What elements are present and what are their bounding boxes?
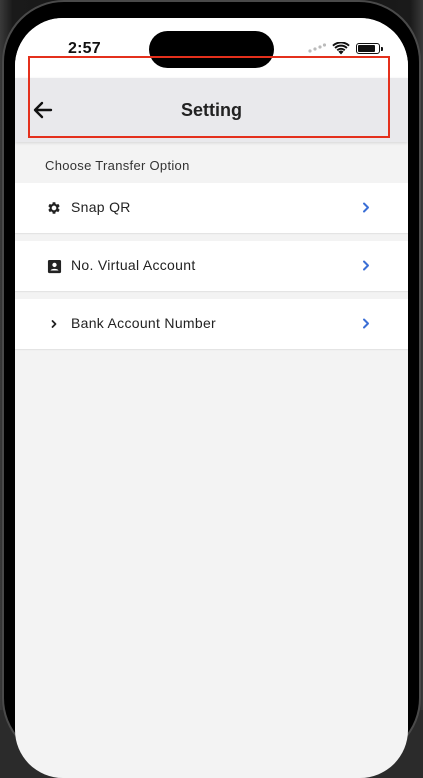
battery-icon	[356, 43, 383, 54]
option-label: Bank Account Number	[71, 315, 216, 331]
option-label: No. Virtual Account	[71, 257, 196, 273]
option-label: Snap QR	[71, 199, 131, 215]
chevron-right-icon	[360, 258, 372, 272]
dynamic-island	[149, 31, 274, 68]
battery-level	[358, 45, 375, 52]
page-title: Setting	[181, 100, 242, 120]
status-bar: 2:57	[15, 18, 408, 78]
option-virtual-account[interactable]: No. Virtual Account	[15, 241, 408, 291]
cellular-icon	[308, 43, 326, 53]
app-header: Setting	[15, 78, 408, 142]
status-time: 2:57	[68, 40, 101, 57]
chevron-right-icon	[360, 200, 372, 214]
contact-card-icon	[45, 257, 63, 275]
section-label: Choose Transfer Option	[45, 158, 190, 173]
chevron-right-icon	[360, 316, 372, 330]
wifi-icon	[332, 42, 350, 55]
option-bank-account[interactable]: Bank Account Number	[15, 299, 408, 349]
option-snap-qr[interactable]: Snap QR	[15, 183, 408, 233]
chevron-right-small-icon	[45, 315, 63, 333]
app-screen: 2:57 Setting Choose Transfer Option Snap…	[15, 18, 408, 778]
device-background: 2:57 Setting Choose Transfer Option Snap…	[0, 0, 423, 778]
gear-icon	[45, 199, 63, 217]
status-icons	[308, 42, 383, 55]
